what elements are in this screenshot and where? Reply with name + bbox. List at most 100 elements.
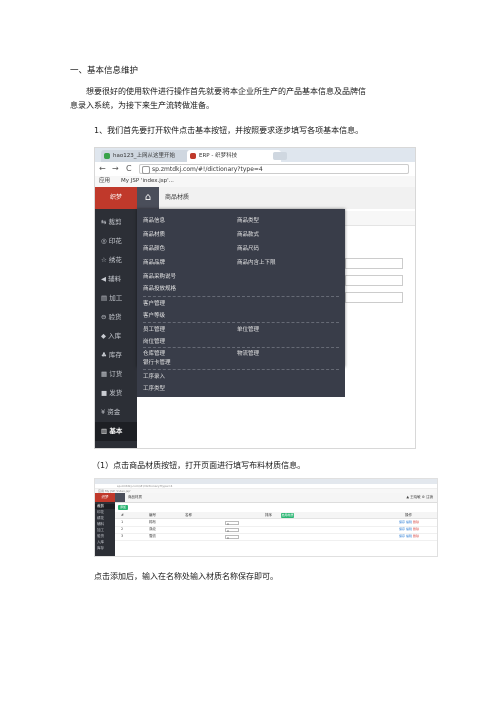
erp-icon [190, 153, 196, 159]
row-index: 2 [121, 527, 124, 531]
menu-item-customer-level[interactable]: 客户等级 [143, 312, 165, 320]
brand-logo[interactable]: 织梦 [95, 493, 115, 502]
megaphone-icon: ◀ [101, 275, 106, 283]
row-actions: 保存 编辑 删除 [399, 519, 419, 526]
sidebar-item-label: 加工 [109, 294, 123, 302]
sort-input[interactable]: 0 [225, 527, 239, 533]
enable-material-button[interactable]: 启用材质 [281, 512, 294, 518]
sidebar-item[interactable]: 入库 [97, 540, 104, 545]
new-tab-button[interactable] [273, 152, 287, 160]
sidebar-item-accessories[interactable]: ◀ 辅料 [95, 270, 137, 289]
sidebar-item-print[interactable]: ◎ 印花 [95, 232, 137, 251]
user-menu[interactable]: ▲ 王晓敏 ⚙ 注销 [406, 493, 433, 502]
edit-link[interactable]: 编辑 [406, 520, 412, 524]
column-header: # [121, 513, 124, 517]
sidebar-item-label: 基本 [109, 427, 123, 435]
delete-link[interactable]: 删除 [413, 534, 419, 538]
menu-item-customer-manage[interactable]: 客户管理 [143, 300, 165, 308]
column-header: 名称 [185, 513, 192, 517]
table-header: # 编号 名称 排序 启用材质 操作 [115, 512, 437, 519]
form-field[interactable] [345, 258, 403, 269]
sort-input[interactable]: 0 [225, 520, 239, 526]
menu-item-warehouse-manage[interactable]: 仓库管理 [143, 350, 165, 358]
sidebar-item-label: 绣花 [108, 256, 122, 264]
browser-tab-erp[interactable]: ERP - 织梦科技 × [187, 150, 281, 162]
sort-input[interactable]: 0 [225, 534, 239, 540]
truck-icon: ■ [101, 389, 108, 397]
forward-icon[interactable]: → [112, 164, 119, 174]
menu-item-position-manage[interactable]: 岗位管理 [143, 338, 165, 346]
menu-item-product-info[interactable]: 商品信息 [143, 217, 165, 225]
sidebar-item-funds[interactable]: ¥ 资金 [95, 403, 137, 422]
sidebar: 裁剪 印花 绣花 辅料 加工 验货 入库 库存 [95, 502, 115, 556]
menu-item-product-size[interactable]: 商品尺码 [237, 245, 259, 253]
menu-item-product-purchase[interactable]: 商品采购说号 [143, 273, 176, 281]
sidebar-item-basic[interactable]: ▥ 基本 [95, 422, 137, 441]
home-icon[interactable]: ⌂ [137, 187, 159, 209]
menu-item-product-brand[interactable]: 商品品牌 [143, 259, 165, 267]
sidebar-item-shipping[interactable]: ■ 发货 [95, 384, 137, 403]
sidebar-item[interactable]: 裁剪 [95, 504, 115, 509]
inventory-icon: ♣ [101, 351, 107, 359]
add-button[interactable]: 添加 [118, 505, 128, 510]
step-1-note: 点击添加后，输入在名称处输入材质名称保存即可。 [94, 572, 278, 581]
menu-item-product-spec[interactable]: 商品投放规格 [143, 285, 176, 293]
sidebar-item[interactable]: 印花 [97, 510, 104, 515]
sidebar-item[interactable]: 加工 [97, 528, 104, 533]
sidebar-item-label: 资金 [107, 408, 121, 416]
edit-link[interactable]: 编辑 [406, 534, 412, 538]
menu-item-product-type[interactable]: 商品类型 [237, 217, 259, 225]
menu-item-product-color[interactable]: 商品颜色 [143, 245, 165, 253]
hao123-icon [104, 153, 110, 159]
row-code: 雪纺 [149, 534, 156, 538]
delete-link[interactable]: 删除 [413, 520, 419, 524]
screenshot-material-page: sp.zmtdkj.com/#!/dictionary?type=4 应用 My… [94, 478, 438, 557]
sidebar-item[interactable]: 库存 [97, 546, 104, 551]
home-icon[interactable] [115, 493, 125, 502]
menu-item-process-type[interactable]: 工序类型 [143, 385, 165, 393]
save-link[interactable]: 保存 [399, 520, 405, 524]
sidebar-item-order[interactable]: ▦ 订货 [95, 365, 137, 384]
sidebar: ⇆ 裁剪 ◎ 印花 ☆ 绣花 ◀ 辅料 ▤ 加工 ⊖ 验货 ◆ 入库 ♣ 库存 … [95, 209, 137, 448]
save-link[interactable]: 保存 [399, 534, 405, 538]
menu-item-logistics[interactable]: 物流管理 [237, 350, 259, 358]
form-field[interactable] [345, 275, 403, 286]
browser-tab-bar: hao123_上网从这里开始 × ERP - 织梦科技 × [95, 148, 415, 162]
back-icon[interactable]: ← [99, 164, 106, 174]
sidebar-item-label: 验货 [108, 313, 122, 321]
edit-link[interactable]: 编辑 [406, 527, 412, 531]
sidebar-item-cut[interactable]: ⇆ 裁剪 [95, 213, 137, 232]
browser-tab-hao123[interactable]: hao123_上网从这里开始 × [101, 150, 195, 162]
delete-link[interactable]: 删除 [413, 527, 419, 531]
yen-icon: ¥ [101, 408, 106, 416]
menu-item-product-style[interactable]: 商品款式 [237, 231, 259, 239]
menu-item-unit-manage[interactable]: 单位管理 [237, 326, 259, 334]
menu-item-staff-manage[interactable]: 员工管理 [143, 326, 165, 334]
screenshot-basic-menu: hao123_上网从这里开始 × ERP - 织梦科技 × ← → C sp.z… [94, 147, 416, 449]
sidebar-item-processing[interactable]: ▤ 加工 [95, 289, 137, 308]
form-field[interactable] [345, 292, 403, 303]
sidebar-item-inspection[interactable]: ⊖ 验货 [95, 308, 137, 327]
url-input[interactable]: sp.zmtdkj.com/#!/dictionary?type=4 [139, 164, 409, 174]
sidebar-item[interactable]: 辅料 [97, 522, 104, 527]
brand-logo[interactable]: 织梦 [95, 187, 137, 209]
sidebar-item[interactable]: 绣花 [97, 516, 104, 521]
tab-label: hao123_上网从这里开始 [113, 153, 175, 159]
menu-item-product-material[interactable]: 商品材质 [143, 231, 165, 239]
bookmark-index-jsp[interactable]: My JSP 'index.jsp'... [121, 176, 174, 187]
save-link[interactable]: 保存 [399, 527, 405, 531]
breadcrumb: 商品材质 [128, 495, 142, 499]
book-icon: ▤ [101, 294, 108, 302]
menu-divider [143, 322, 339, 323]
sidebar-item-inbound[interactable]: ◆ 入库 [95, 327, 137, 346]
menu-item-process-entry[interactable]: 工序录入 [143, 373, 165, 381]
sidebar-item[interactable]: 验货 [97, 534, 104, 539]
menu-item-product-limit[interactable]: 商品内含上下限 [237, 259, 276, 267]
reload-icon[interactable]: C [126, 164, 132, 174]
bookmark-apps[interactable]: 应用 [99, 176, 110, 187]
menu-item-bank-card[interactable]: 银行卡管理 [143, 359, 171, 367]
sidebar-item-inventory[interactable]: ♣ 库存 [95, 346, 137, 365]
sidebar-item-embroidery[interactable]: ☆ 绣花 [95, 251, 137, 270]
sidebar-item-label: 印花 [108, 237, 122, 245]
sidebar-item-label: 裁剪 [108, 218, 122, 226]
